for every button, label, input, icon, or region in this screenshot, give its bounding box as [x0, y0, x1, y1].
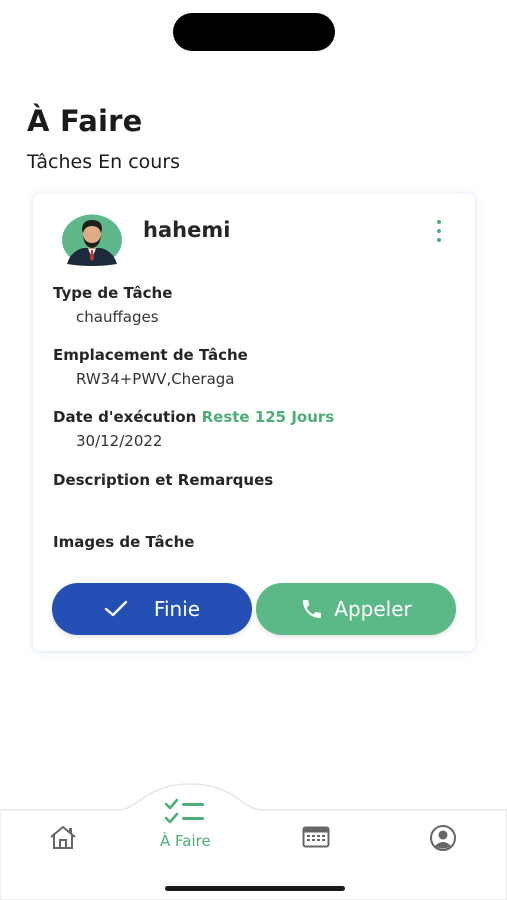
home-indicator — [165, 886, 345, 891]
nav-calendar[interactable] — [302, 826, 330, 848]
calendar-icon — [302, 826, 330, 848]
screen: À Faire Tâches En cours hahemi Type de T… — [0, 0, 507, 900]
task-type-label: Type de Tâche — [53, 284, 173, 302]
dynamic-island — [173, 13, 335, 51]
home-icon — [50, 826, 76, 849]
execution-date-row: Date d'exécution Reste 125 Jours — [53, 408, 334, 426]
profile-icon — [430, 825, 456, 851]
nav-todo[interactable]: À Faire — [160, 798, 211, 850]
bottom-navigation: À Faire — [0, 780, 507, 900]
nav-profile[interactable] — [429, 824, 457, 852]
call-button[interactable]: Appeler — [256, 583, 456, 635]
phone-icon — [300, 597, 324, 621]
nav-home[interactable] — [48, 824, 78, 850]
execution-date-value: 30/12/2022 — [76, 432, 163, 450]
call-label: Appeler — [334, 597, 412, 621]
task-card: hahemi Type de Tâche chauffages Emplacem… — [33, 194, 475, 651]
nav-todo-label: À Faire — [160, 832, 211, 850]
images-label: Images de Tâche — [53, 533, 195, 551]
avatar — [62, 214, 122, 266]
task-type-value: chauffages — [76, 308, 159, 326]
more-options-icon[interactable] — [431, 218, 447, 244]
done-button[interactable]: Finie — [52, 583, 252, 635]
section-title: Tâches En cours — [27, 151, 181, 173]
done-label: Finie — [153, 597, 201, 621]
task-location-label: Emplacement de Tâche — [53, 346, 248, 364]
execution-date-label: Date d'exécution — [53, 408, 197, 426]
page-title: À Faire — [27, 104, 143, 138]
check-icon — [104, 600, 128, 618]
description-label: Description et Remarques — [53, 471, 274, 489]
user-name: hahemi — [143, 218, 231, 242]
task-location-value: RW34+PWV,Cheraga — [76, 370, 235, 388]
remaining-days: Reste 125 Jours — [201, 408, 335, 426]
checklist-icon — [165, 798, 205, 824]
